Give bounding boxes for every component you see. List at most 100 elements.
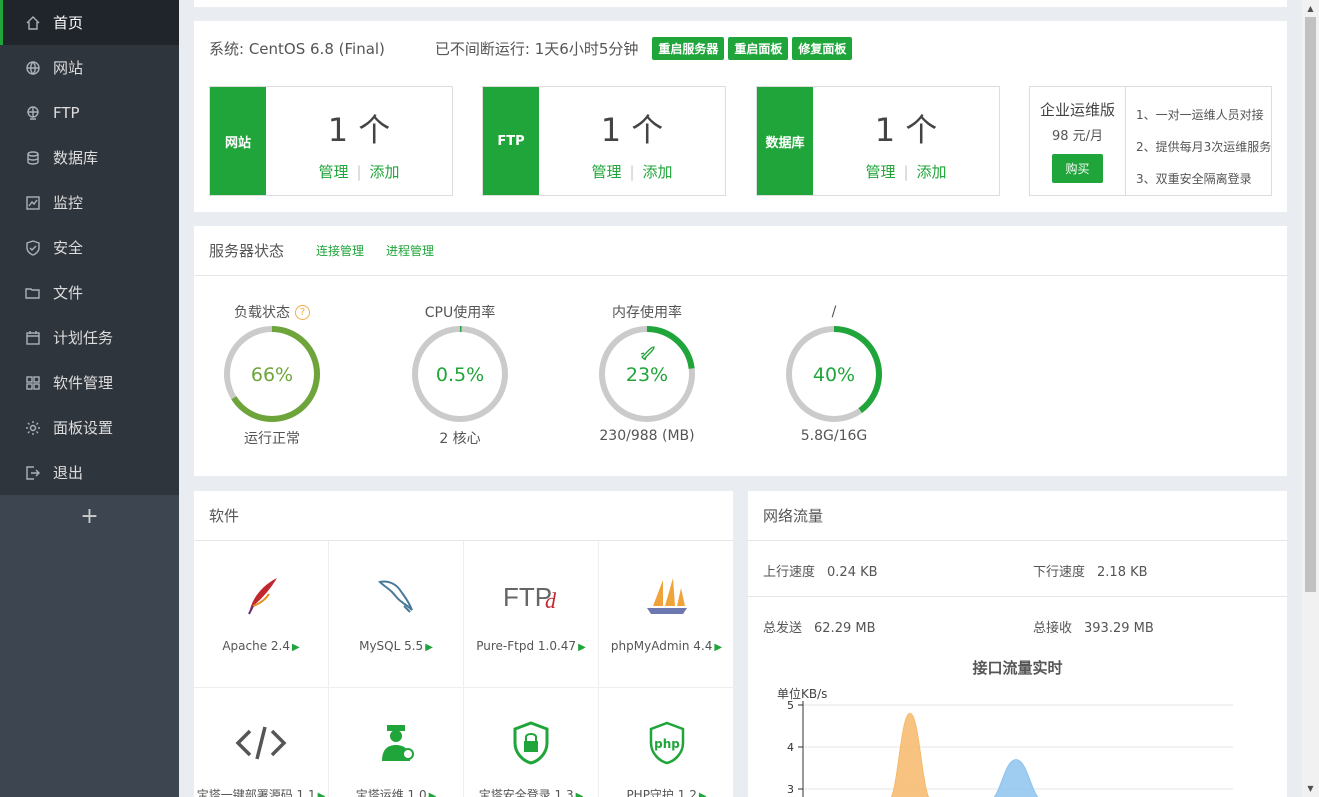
play-icon[interactable]: ▶ [292,642,300,653]
repair-panel-button[interactable]: 修复面板 [792,37,853,60]
shield-lock-icon [464,718,598,768]
stat-count: 1 个 [874,111,938,149]
y-tick-label: 3 [787,783,794,796]
vertical-scrollbar[interactable]: ▲ ▼ [1302,0,1319,797]
mysql-dolphin-icon [329,571,463,621]
download-speed-label: 下行速度 [1033,565,1086,580]
stat-label: 网站 [210,87,266,195]
server-status-panel: 服务器状态 连接管理 进程管理 负载状态? 66% 运行正常 CPU使用率 0.5% 2 … [194,226,1287,476]
restart-panel-button[interactable]: 重启面板 [728,37,789,60]
feature-item: 3、双重安全隔离登录 [1136,172,1252,186]
calendar-icon [24,329,42,347]
play-icon[interactable]: ▶ [714,642,722,653]
software-item[interactable]: MySQL 5.5 ▶ [329,541,464,688]
gauge-value: 40% [813,364,855,386]
sidebar-item-label: 面板设置 [53,419,114,437]
gauge-ring: 23% [599,326,695,422]
software-item[interactable]: 宝塔一键部署源码 1.1 ▶ [194,688,329,797]
ftp-add-link[interactable]: 添加 [643,163,673,181]
process-manage-link[interactable]: 进程管理 [386,242,434,259]
sidebar-item-10[interactable]: 退出 [0,450,179,495]
software-item[interactable]: Apache 2.4 ▶ [194,541,329,688]
sidebar-item-0[interactable]: 首页 [0,0,179,45]
sidebar-menu: 首页网站 FTP 数据库监控 安全文件计划任务软件管理面板设置退出 [0,0,179,495]
play-icon[interactable]: ▶ [578,642,586,653]
scroll-up-arrow[interactable]: ▲ [1302,0,1319,17]
sidebar-item-label: 退出 [53,464,84,482]
scroll-thumb[interactable] [1305,17,1316,592]
database-add-link[interactable]: 添加 [917,163,947,181]
software-item[interactable]: 宝塔安全登录 1.3 ▶ [464,688,599,797]
enterprise-title: 企业运维版 [1039,101,1115,119]
play-icon[interactable]: ▶ [318,791,326,797]
restart-server-button[interactable]: 重启服务器 [652,37,725,60]
total-sent-value: 62.29 MB [814,621,876,636]
globe-icon [24,59,42,77]
software-item[interactable]: 宝塔运维 1.0 ▶ [329,688,464,797]
software-item[interactable]: php PHP守护 1.2 ▶ [599,688,733,797]
total-received-value: 393.29 MB [1084,621,1154,636]
connection-manage-link[interactable]: 连接管理 [316,242,364,259]
total-sent: 总发送 62.29 MB [763,617,876,636]
sidebar-item-2[interactable]: FTP [0,90,179,135]
rocket-icon [640,346,655,361]
code-brackets-icon [194,718,328,768]
network-panel: 网络流量 上行速度 0.24 KB 下行速度 2.18 KB 总发送 62.29 MB… [748,491,1287,797]
sidebar-item-label: 软件管理 [53,374,114,392]
sidebar-item-label: FTP [53,103,80,122]
stat-count: 1 个 [327,111,391,149]
ftp-icon [24,104,42,122]
play-icon[interactable]: ▶ [429,791,437,797]
ftpd-logo-icon: FTP d [464,571,598,621]
website-add-link[interactable]: 添加 [370,163,400,181]
help-icon[interactable]: ? [295,304,310,320]
sidebar-item-7[interactable]: 计划任务 [0,315,179,360]
stat-database: 数据库 1 个 管理 | 添加 [756,86,1000,196]
ftp-manage-link[interactable]: 管理 [591,163,621,181]
software-title: 软件 [209,507,240,525]
sidebar-item-5[interactable]: 安全 [0,225,179,270]
sidebar-item-4[interactable]: 监控 [0,180,179,225]
database-manage-link[interactable]: 管理 [865,163,895,181]
website-manage-link[interactable]: 管理 [318,163,348,181]
download-speed-value: 2.18 KB [1097,565,1148,580]
sidebar-item-label: 网站 [53,59,84,77]
buy-button[interactable]: 购买 [1052,154,1103,183]
software-name: PHP守护 1.2 [626,788,697,797]
gauge-subtitle: 5.8G/16G [800,428,868,444]
stat-count: 1 个 [600,111,664,149]
software-name: Pure-Ftpd 1.0.47 [476,639,577,653]
feature-item: 1、一对一运维人员对接 [1136,108,1264,122]
sidebar-item-label: 数据库 [53,149,99,167]
system-uptime: 已不间断运行: 1天6小时5分钟 [434,40,639,58]
play-icon[interactable]: ▶ [425,642,433,653]
sidebar-item-3[interactable]: 数据库 [0,135,179,180]
software-name: phpMyAdmin 4.4 [610,639,713,653]
svg-text:php: php [654,737,680,751]
play-icon[interactable]: ▶ [699,791,707,797]
gauge-title: / [831,304,837,320]
software-item[interactable]: FTP d Pure-Ftpd 1.0.47 ▶ [464,541,599,688]
scroll-down-arrow[interactable]: ▼ [1302,780,1319,797]
network-title: 网络流量 [763,507,824,525]
gear-icon [24,419,42,437]
sidebar-item-9[interactable]: 面板设置 [0,405,179,450]
sidebar-item-1[interactable]: 网站 [0,45,179,90]
y-tick-label: 4 [787,741,794,754]
system-os: 系统: CentOS 6.8 (Final) [209,40,385,58]
sidebar-item-label: 文件 [53,284,84,302]
chart-title: 接口流量实时 [972,659,1063,677]
gauge-0: 负载状态? 66% 运行正常 [202,302,342,448]
software-name: 宝塔运维 1.0 [355,788,427,797]
sidebar-item-6[interactable]: 文件 [0,270,179,315]
network-header: 网络流量 [748,491,1287,541]
download-speed: 下行速度 2.18 KB [1033,561,1148,580]
play-icon[interactable]: ▶ [576,791,584,797]
enterprise-box: 企业运维版 98 元/月 购买 1、一对一运维人员对接 2、提供每月3次运维服务… [1029,86,1272,196]
gauge-value: 23% [626,364,668,386]
stat-ftp: FTP 1 个 管理 | 添加 [482,86,726,196]
sidebar-item-8[interactable]: 软件管理 [0,360,179,405]
software-item[interactable]: phpMyAdmin 4.4 ▶ [599,541,733,688]
add-menu-button[interactable]: + [0,495,179,537]
stat-website: 网站 1 个 管理 | 添加 [209,86,453,196]
